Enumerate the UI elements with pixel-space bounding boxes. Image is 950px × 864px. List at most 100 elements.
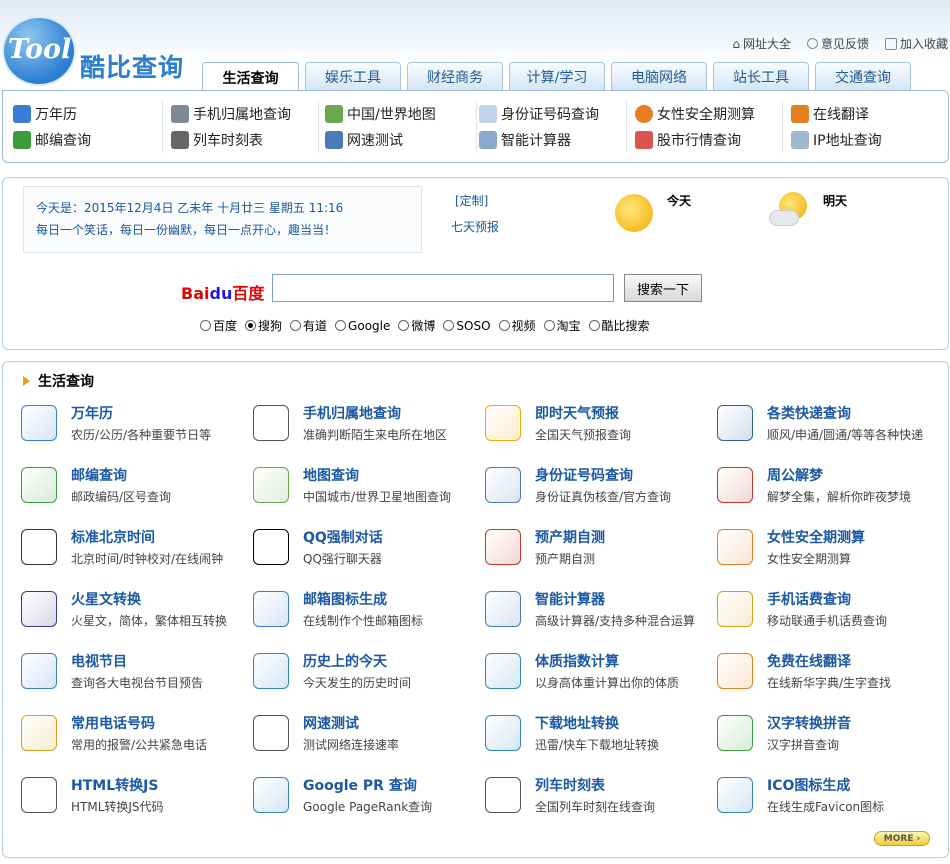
radio-circle bbox=[200, 320, 211, 331]
tool-item[interactable]: 邮编查询 邮政编码/区号查询 bbox=[21, 464, 251, 510]
more-button[interactable]: MORE › bbox=[874, 831, 930, 846]
tool-item[interactable]: 即时天气预报 全国天气预报查询 bbox=[485, 402, 715, 448]
tool-title[interactable]: 免费在线翻译 bbox=[767, 651, 851, 671]
tool-item[interactable]: 预产期自测 预产期自测 bbox=[485, 526, 715, 572]
tool-item[interactable]: Google PR 查询 Google PageRank查询 bbox=[253, 774, 483, 820]
tool-item[interactable]: 体质指数计算 以身高体重计算出你的体质 bbox=[485, 650, 715, 696]
tool-item[interactable]: ICO图标生成 在线生成Favicon图标 bbox=[717, 774, 947, 820]
seven-day-forecast-link[interactable]: 七天预报 bbox=[451, 218, 499, 235]
tool-item[interactable]: QQ强制对话 QQ强行聊天器 bbox=[253, 526, 483, 572]
radio-kubi[interactable]: 酷比搜索 bbox=[588, 317, 650, 334]
tab-webmaster[interactable]: 站长工具 bbox=[713, 62, 809, 91]
menu-item-train[interactable]: 列车时刻表 bbox=[171, 127, 318, 153]
date-icon bbox=[485, 529, 521, 565]
tool-item[interactable]: 女性安全期测算 女性安全期测算 bbox=[717, 526, 947, 572]
tab-computer[interactable]: 电脑网络 bbox=[611, 62, 707, 91]
menu-item-translate[interactable]: 在线翻译 bbox=[791, 101, 931, 127]
menu-item-idcard[interactable]: 身份证号码查询 bbox=[479, 101, 626, 127]
tool-item[interactable]: 电视节目 查询各大电视台节目预告 bbox=[21, 650, 251, 696]
radio-youdao[interactable]: 有道 bbox=[290, 317, 327, 334]
top-link-sites[interactable]: ⌂ 网址大全 bbox=[732, 35, 791, 52]
tool-title[interactable]: 身份证号码查询 bbox=[535, 465, 633, 485]
tab-entertainment[interactable]: 娱乐工具 bbox=[305, 62, 401, 91]
tool-item[interactable]: 手机归属地查询 准确判断陌生来电所在地区 bbox=[253, 402, 483, 448]
menu-item-stock[interactable]: 股市行情查询 bbox=[635, 127, 782, 153]
tab-finance[interactable]: 财经商务 bbox=[407, 62, 503, 91]
radio-google[interactable]: Google bbox=[335, 317, 390, 334]
tool-title[interactable]: 下载地址转换 bbox=[535, 713, 619, 733]
search-button[interactable]: 搜索一下 bbox=[624, 274, 702, 302]
tab-traffic[interactable]: 交通查询 bbox=[815, 62, 911, 91]
tool-title[interactable]: 手机归属地查询 bbox=[303, 403, 401, 423]
sub-menu: 万年历 邮编查询 手机归属地查询 列车时刻表 中国/世界地图 网速测试 身份证号… bbox=[2, 90, 949, 163]
tool-item[interactable]: 常用电话号码 常用的报警/公共紧急电话 bbox=[21, 712, 251, 758]
tool-item[interactable]: HTML转换JS HTML转换JS代码 bbox=[21, 774, 251, 820]
tool-title[interactable]: 标准北京时间 bbox=[71, 527, 155, 547]
tool-title[interactable]: 常用电话号码 bbox=[71, 713, 155, 733]
radio-taobao[interactable]: 淘宝 bbox=[543, 317, 581, 334]
tool-title[interactable]: 预产期自测 bbox=[535, 527, 605, 547]
tool-title[interactable]: 电视节目 bbox=[71, 651, 127, 671]
postbox-icon bbox=[21, 467, 57, 503]
slogan-link[interactable]: 每日一个笑话，每日一份幽默，每日一点开心，趣当当！ bbox=[36, 219, 409, 241]
tool-item[interactable]: 身份证号码查询 身份证真伪核查/官方查询 bbox=[485, 464, 715, 510]
baidu-logo: Baidu百度 bbox=[181, 284, 265, 303]
radio-baidu[interactable]: 百度 bbox=[200, 317, 237, 334]
tool-title[interactable]: 手机话费查询 bbox=[767, 589, 851, 609]
tool-item[interactable]: 邮箱图标生成 在线制作个性邮箱图标 bbox=[253, 588, 483, 634]
tool-title[interactable]: 体质指数计算 bbox=[535, 651, 619, 671]
top-link-bookmark[interactable]: 加入收藏 bbox=[884, 35, 948, 52]
menu-item-phone[interactable]: 手机归属地查询 bbox=[171, 101, 318, 127]
tool-title[interactable]: 周公解梦 bbox=[767, 465, 823, 485]
radio-soso[interactable]: SOSO bbox=[443, 317, 491, 334]
tool-item[interactable]: 周公解梦 解梦全集，解析你昨夜梦境 bbox=[717, 464, 947, 510]
tool-title[interactable]: 万年历 bbox=[71, 403, 113, 423]
tool-item[interactable]: 汉字转换拼音 汉字拼音查询 bbox=[717, 712, 947, 758]
tool-title[interactable]: 邮箱图标生成 bbox=[303, 589, 387, 609]
tool-title[interactable]: 邮编查询 bbox=[71, 465, 127, 485]
menu-item-speedtest[interactable]: 网速测试 bbox=[325, 127, 476, 153]
radio-video[interactable]: 视频 bbox=[498, 317, 536, 334]
search-input[interactable] bbox=[272, 274, 614, 302]
tool-title[interactable]: 智能计算器 bbox=[535, 589, 605, 609]
tool-title[interactable]: 女性安全期测算 bbox=[767, 527, 865, 547]
tool-title[interactable]: ICO图标生成 bbox=[767, 775, 850, 795]
menu-item-calendar[interactable]: 万年历 bbox=[13, 101, 162, 127]
tool-title[interactable]: 网速测试 bbox=[303, 713, 359, 733]
radio-sogou[interactable]: 搜狗 bbox=[245, 317, 282, 334]
tool-title[interactable]: 历史上的今天 bbox=[303, 651, 387, 671]
tab-life[interactable]: 生活查询 bbox=[202, 62, 299, 92]
tool-item[interactable]: 火星文转换 火星文，简体，繁体相互转换 bbox=[21, 588, 251, 634]
tool-item[interactable]: 列车时刻表 全国列车时刻在线查询 bbox=[485, 774, 715, 820]
tool-title[interactable]: QQ强制对话 bbox=[303, 527, 383, 547]
menu-item-postcode[interactable]: 邮编查询 bbox=[13, 127, 162, 153]
tool-item[interactable]: 智能计算器 高级计算器/支持多种混合运算 bbox=[485, 588, 715, 634]
clock-icon bbox=[21, 529, 57, 565]
tool-title[interactable]: 火星文转换 bbox=[71, 589, 141, 609]
site-logo[interactable]: Tool 酷比查询 bbox=[2, 14, 202, 90]
tool-title[interactable]: 列车时刻表 bbox=[535, 775, 605, 795]
tool-item[interactable]: 网速测试 测试网络连接速率 bbox=[253, 712, 483, 758]
top-link-feedback[interactable]: 意见反馈 bbox=[806, 35, 869, 52]
tool-title[interactable]: 地图查询 bbox=[303, 465, 359, 485]
tool-title[interactable]: 汉字转换拼音 bbox=[767, 713, 851, 733]
tool-item[interactable]: 历史上的今天 今天发生的历史时间 bbox=[253, 650, 483, 696]
tool-title[interactable]: 即时天气预报 bbox=[535, 403, 619, 423]
radio-weibo[interactable]: 微博 bbox=[398, 317, 435, 334]
customize-link[interactable]: [定制] bbox=[455, 192, 488, 209]
menu-item-map[interactable]: 中国/世界地图 bbox=[325, 101, 476, 127]
tool-title[interactable]: Google PR 查询 bbox=[303, 775, 417, 795]
tool-title[interactable]: 各类快递查询 bbox=[767, 403, 851, 423]
tool-item[interactable]: 万年历 农历/公历/各种重要节日等 bbox=[21, 402, 251, 448]
tab-study[interactable]: 计算/学习 bbox=[509, 62, 605, 91]
menu-item-calculator[interactable]: 智能计算器 bbox=[479, 127, 626, 153]
tool-item[interactable]: 手机话费查询 移动联通手机话费查询 bbox=[717, 588, 947, 634]
tool-item[interactable]: 地图查询 中国城市/世界卫星地图查询 bbox=[253, 464, 483, 510]
tool-item[interactable]: 免费在线翻译 在线新华字典/生字查找 bbox=[717, 650, 947, 696]
tool-item[interactable]: 各类快递查询 顺风/申通/圆通/等等各种快递 bbox=[717, 402, 947, 448]
tool-item[interactable]: 下载地址转换 迅雷/快车下载地址转换 bbox=[485, 712, 715, 758]
tool-title[interactable]: HTML转换JS bbox=[71, 775, 158, 795]
tool-item[interactable]: 标准北京时间 北京时间/时钟校对/在线闹钟 bbox=[21, 526, 251, 572]
menu-item-women[interactable]: 女性安全期测算 bbox=[635, 101, 782, 127]
menu-item-ip[interactable]: IP地址查询 bbox=[791, 127, 931, 153]
